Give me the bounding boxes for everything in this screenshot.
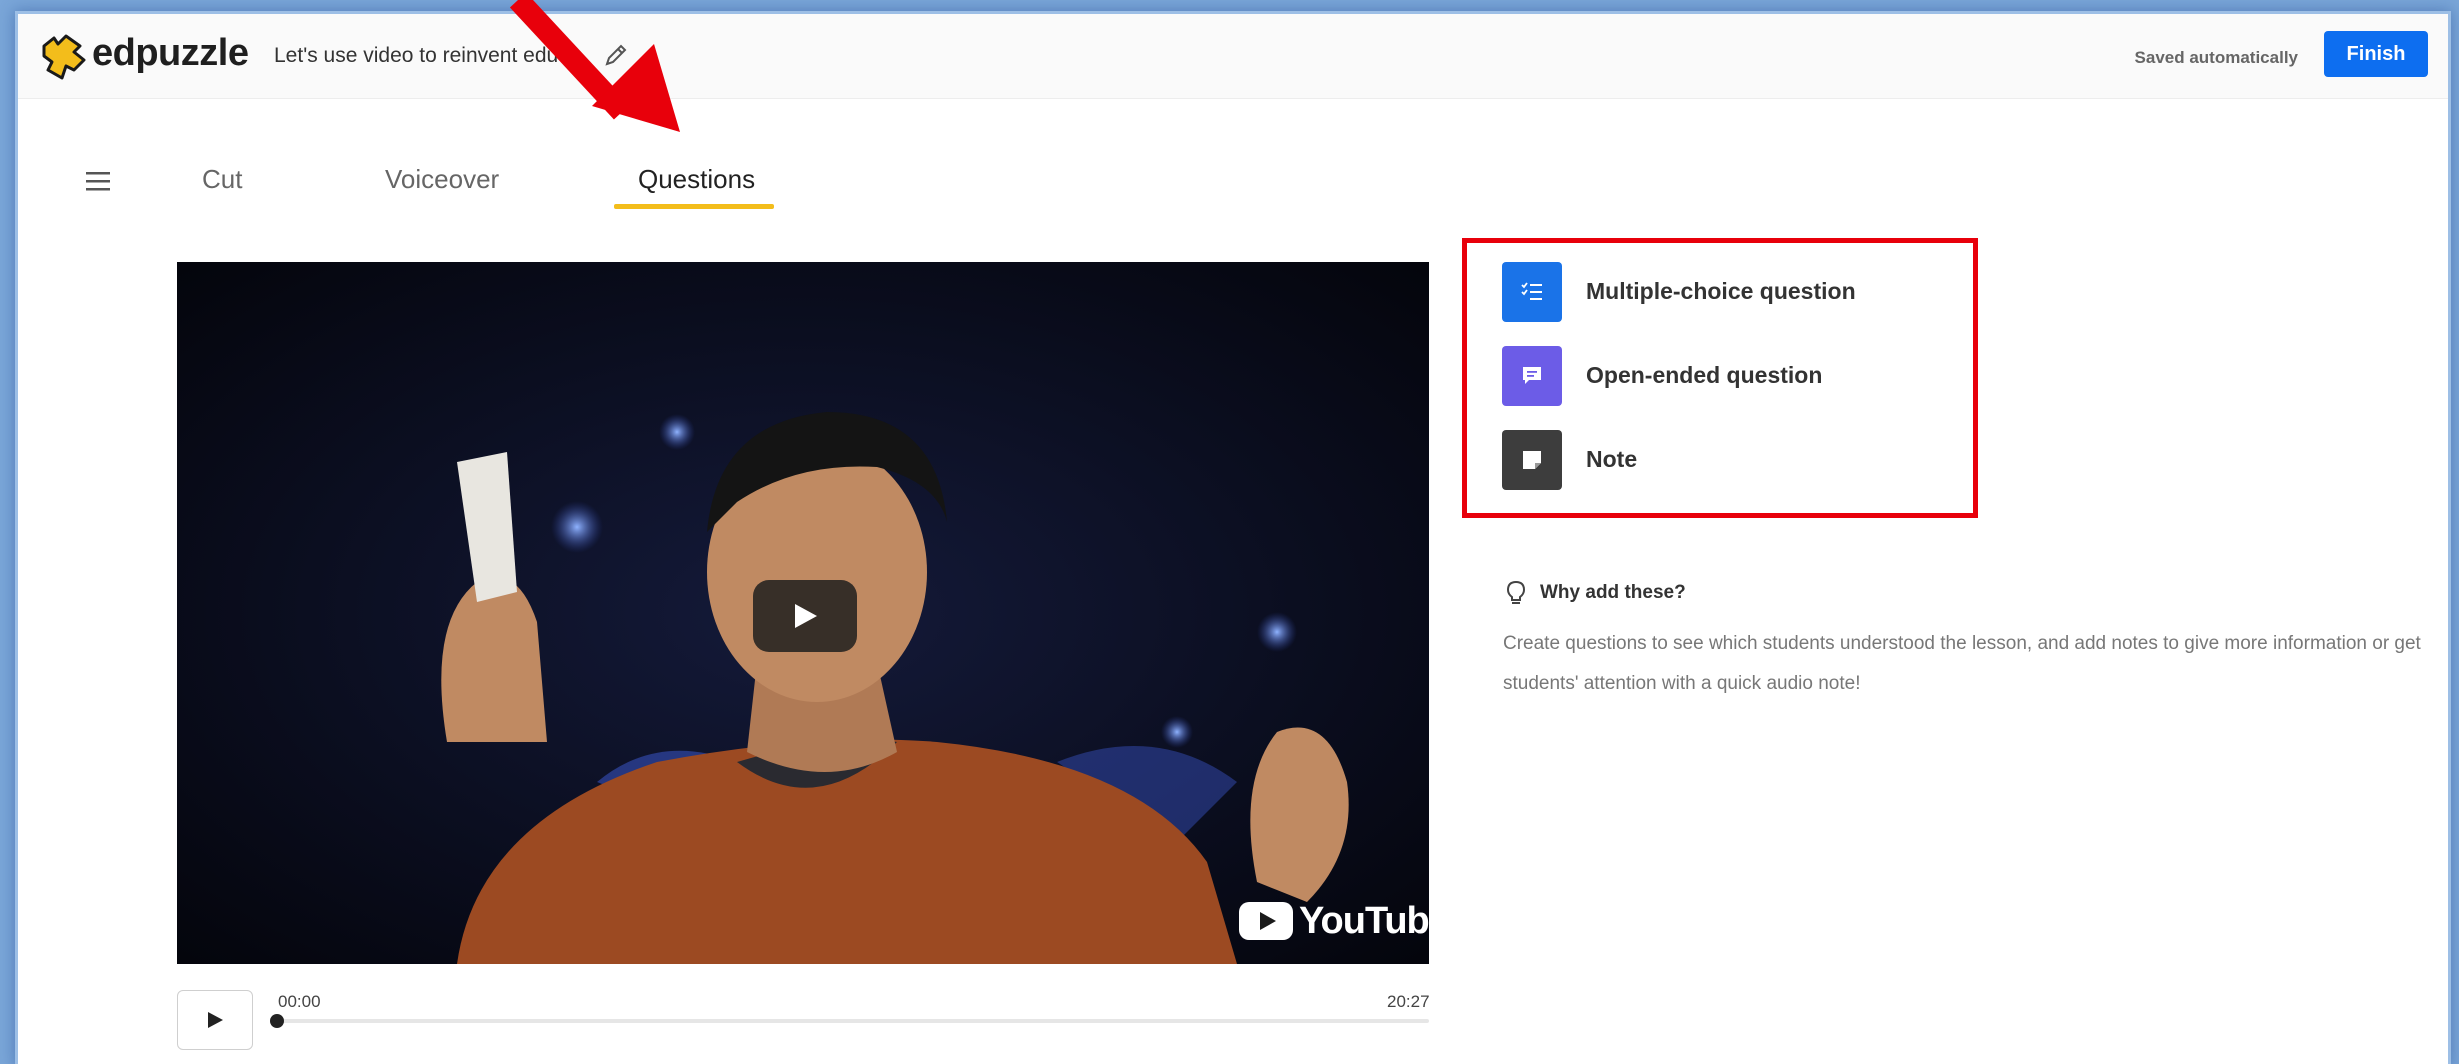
- play-icon: [795, 604, 817, 628]
- option-icon-tile: [1502, 346, 1562, 406]
- play-icon: [208, 1012, 223, 1028]
- youtube-logo-icon: [1239, 902, 1293, 940]
- current-time: 00:00: [278, 992, 321, 1011]
- finish-button[interactable]: Finish: [2324, 31, 2428, 77]
- option-label: Note: [1586, 446, 1638, 472]
- youtube-wordmark: YouTube: [1299, 900, 1429, 942]
- info-description: Create questions to see which students u…: [1503, 633, 2421, 694]
- info-title: Why add these?: [1540, 582, 1686, 603]
- tab-voiceover[interactable]: Voiceover: [385, 164, 499, 195]
- progress-track[interactable]: [276, 1019, 1429, 1023]
- video-title[interactable]: Let's use video to reinvent edu: [274, 44, 558, 68]
- multiple-choice-question-option[interactable]: Multiple-choice question: [1502, 262, 1922, 322]
- edpuzzle-logo-icon[interactable]: [40, 32, 88, 82]
- tab-cut[interactable]: Cut: [202, 164, 242, 195]
- edpuzzle-editor-window: edpuzzle Let's use video to reinvent edu…: [18, 14, 2448, 1064]
- open-ended-question-option[interactable]: Open-ended question: [1502, 346, 1922, 406]
- pencil-icon[interactable]: [603, 42, 629, 68]
- option-label: Open-ended question: [1586, 362, 1823, 388]
- checklist-icon: [1521, 282, 1542, 300]
- speech-bubble-icon: [1523, 367, 1541, 384]
- hamburger-menu-icon[interactable]: [85, 170, 111, 192]
- top-bar: edpuzzle Let's use video to reinvent edu…: [18, 14, 2448, 99]
- play-button[interactable]: [177, 990, 253, 1050]
- option-icon-tile: [1502, 262, 1562, 322]
- active-tab-indicator: [614, 204, 774, 209]
- progress-thumb[interactable]: [270, 1014, 284, 1028]
- sticky-note-icon: [1523, 451, 1541, 469]
- tab-questions[interactable]: Questions: [638, 164, 755, 195]
- video-play-overlay-button[interactable]: [753, 580, 857, 652]
- lightbulb-icon: [1506, 580, 1526, 604]
- option-label: Multiple-choice question: [1586, 278, 1856, 304]
- saved-status: Saved automatically: [2134, 48, 2298, 67]
- duration: 20:27: [1387, 992, 1430, 1011]
- video-player[interactable]: YouTube: [177, 262, 1429, 964]
- note-option[interactable]: Note: [1502, 430, 1922, 490]
- app-name[interactable]: edpuzzle: [92, 32, 249, 75]
- option-icon-tile: [1502, 430, 1562, 490]
